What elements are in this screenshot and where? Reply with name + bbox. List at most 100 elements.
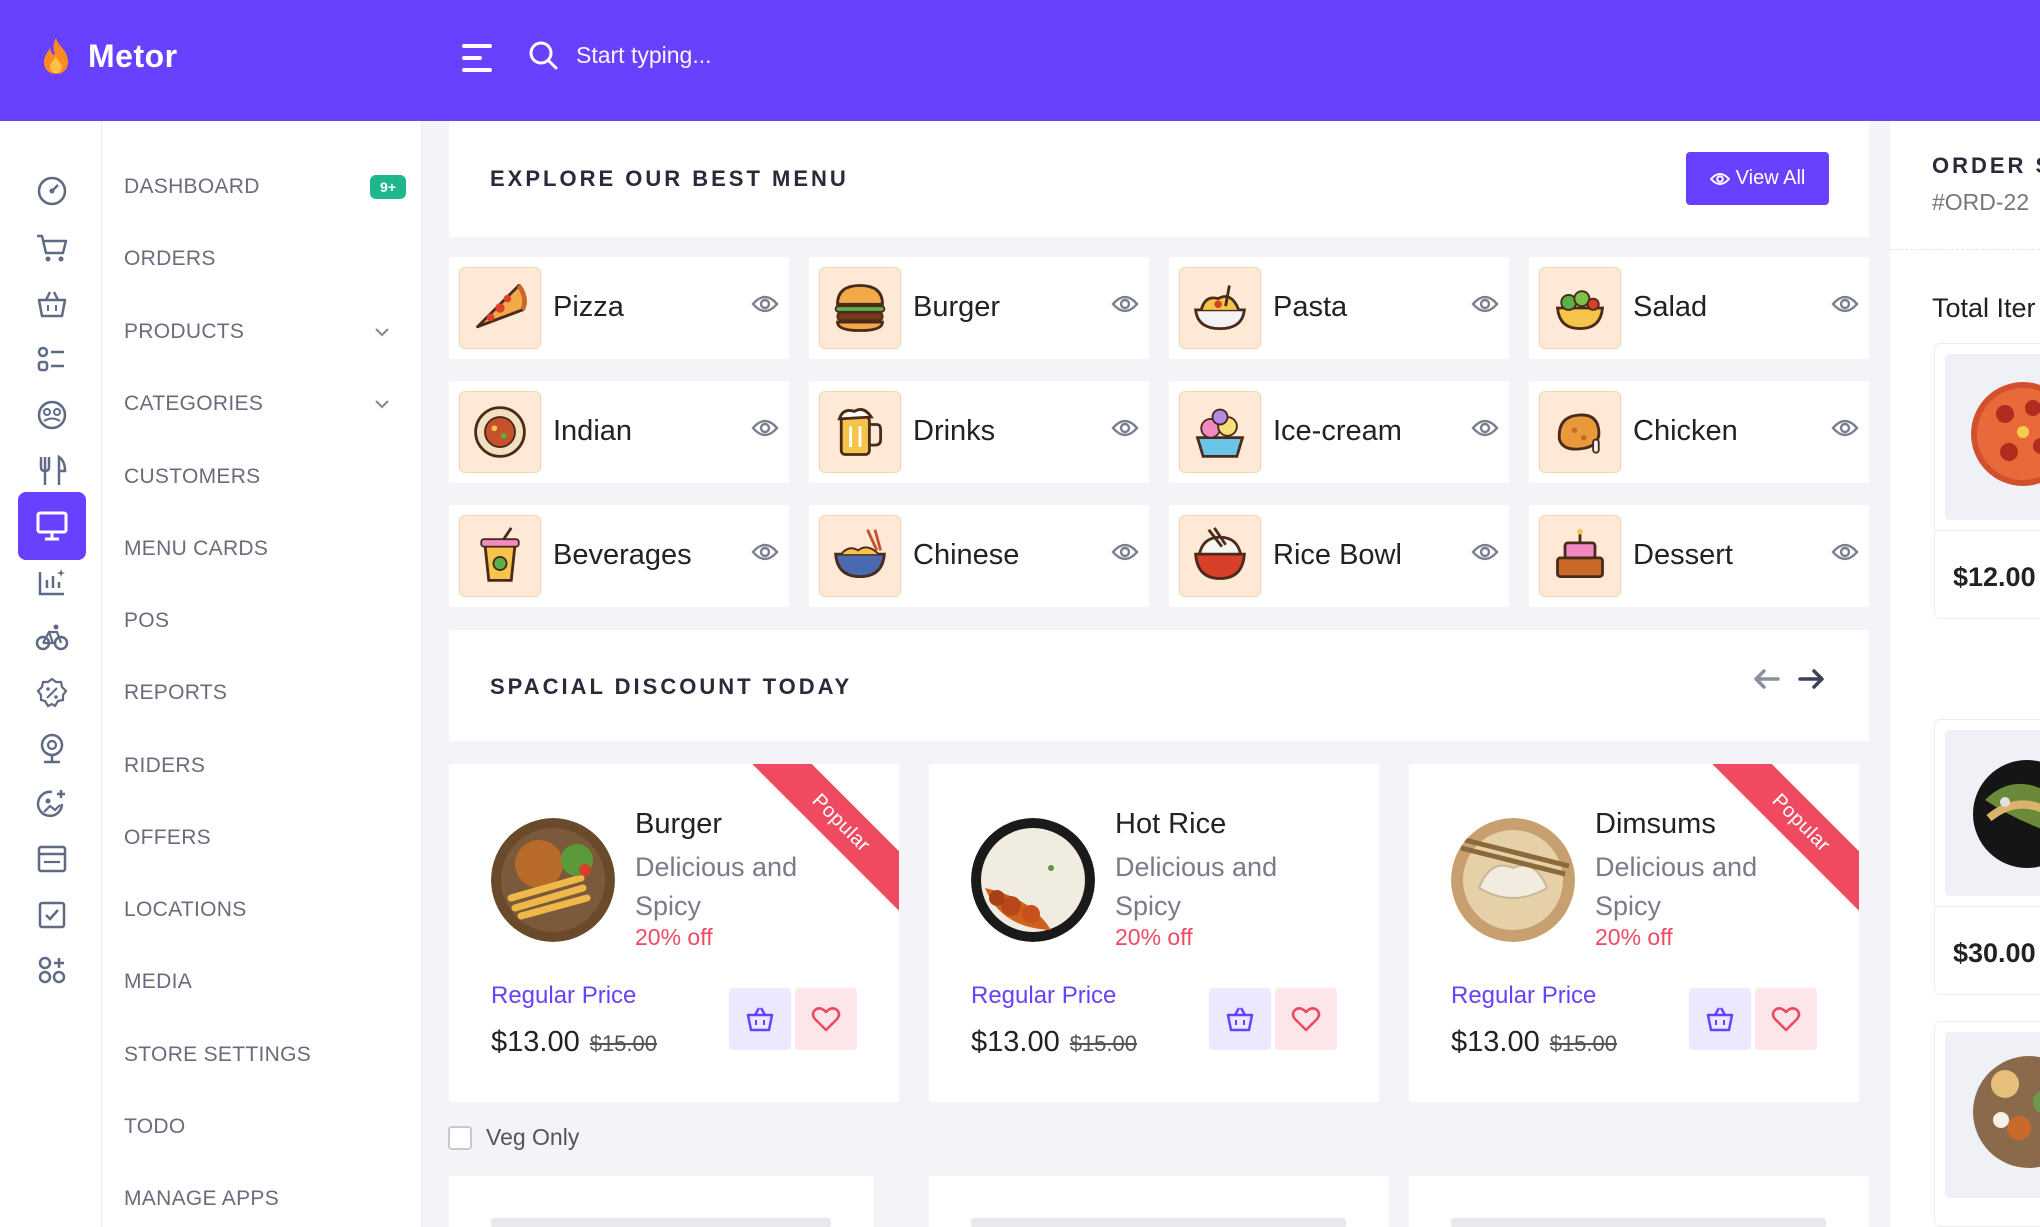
category-card[interactable]: Dessert (1529, 505, 1869, 607)
eye-icon[interactable] (1831, 417, 1859, 439)
burger-icon (819, 267, 901, 349)
sidebar-item-offers[interactable]: OFFERS (124, 818, 414, 858)
sidebar-item-store-settings[interactable]: STORE SETTINGS (124, 1035, 414, 1075)
veg-only-label: Veg Only (486, 1124, 580, 1150)
add-to-cart-button[interactable] (729, 988, 791, 1050)
sidebar-item-media[interactable]: MEDIA (124, 962, 414, 1002)
sidebar-item-label: DASHBOARD (124, 175, 260, 198)
old-price: $15.00 (1549, 1031, 1617, 1056)
category-card[interactable]: Ice-cream (1169, 381, 1509, 483)
sidebar-item-orders[interactable]: ORDERS (124, 239, 414, 279)
sidebar-item-label: MENU CARDS (124, 537, 269, 560)
category-card[interactable]: Drinks (809, 381, 1149, 483)
sidebar-item-pos[interactable]: POS (124, 601, 414, 641)
sidebar-item-riders[interactable]: RIDERS (124, 746, 414, 786)
brand[interactable]: Metor (40, 36, 178, 76)
sidebar-item-manage-apps[interactable]: MANAGE APPS (124, 1179, 414, 1219)
eye-icon[interactable] (751, 541, 779, 563)
chicken-icon (1539, 391, 1621, 473)
flame-logo-icon (44, 38, 68, 74)
deal-price: $13.00 $15.00 (1451, 1026, 1617, 1059)
search-bar (528, 40, 976, 70)
favorite-button[interactable] (795, 988, 857, 1050)
category-name: Pizza (553, 291, 624, 323)
arrow-left-icon[interactable] (1752, 668, 1780, 690)
eye-icon[interactable] (1471, 293, 1499, 315)
category-name: Ice-cream (1273, 415, 1402, 447)
order-item[interactable]: $12.00 (1934, 343, 2040, 619)
product-card[interactable] (449, 1176, 873, 1227)
deal-card[interactable]: Hot Rice Delicious and Spicy 20% off Regula… (929, 764, 1379, 1102)
category-card[interactable]: Chinese (809, 505, 1149, 607)
beverage-icon (459, 515, 541, 597)
sidebar-item-menu-cards[interactable]: MENU CARDS (124, 529, 414, 569)
deal-discount: 20% off (1595, 924, 1673, 950)
heart-icon (1771, 1007, 1801, 1032)
sidebar-item-products[interactable]: PRODUCTS (124, 312, 414, 352)
sidebar-item-todo[interactable]: TODO (124, 1107, 414, 1147)
regular-price-label: Regular Price (971, 982, 1117, 1009)
eye-icon[interactable] (1471, 417, 1499, 439)
category-card[interactable]: Indian (449, 381, 789, 483)
eye-icon[interactable] (751, 293, 779, 315)
category-card[interactable]: Rice Bowl (1169, 505, 1509, 607)
deal-discount: 20% off (1115, 924, 1193, 950)
deal-card[interactable]: Popular Dimsums Delicious and Spicy 20% off… (1409, 764, 1859, 1102)
eye-icon[interactable] (751, 417, 779, 439)
product-card[interactable] (929, 1176, 1389, 1227)
current-price: $13.00 (491, 1026, 580, 1058)
sidebar-item-label: RIDERS (124, 754, 206, 777)
product-card[interactable] (1409, 1176, 1869, 1227)
eye-icon[interactable] (1111, 293, 1139, 315)
sidebar-item-customers[interactable]: CUSTOMERS (124, 457, 414, 497)
sidebar-item-label: TODO (124, 1115, 186, 1138)
category-card[interactable]: Beverages (449, 505, 789, 607)
arrow-right-icon[interactable] (1798, 668, 1826, 690)
regular-price-label: Regular Price (491, 982, 637, 1009)
sidebar-item-locations[interactable]: LOCATIONS (124, 890, 414, 930)
menu-toggle-icon[interactable] (462, 44, 496, 72)
view-all-button[interactable]: View All (1686, 152, 1829, 205)
deal-description: Delicious and Spicy (1115, 852, 1278, 921)
category-name: Dessert (1633, 539, 1733, 571)
old-price: $15.00 (589, 1031, 657, 1056)
favorite-button[interactable] (1275, 988, 1337, 1050)
category-card[interactable]: Pasta (1169, 257, 1509, 359)
order-item[interactable] (1934, 1021, 2040, 1227)
veg-only-filter[interactable]: Veg Only (448, 1124, 579, 1151)
deal-card[interactable]: Popular Burger Delicious and Spicy 20% off R… (449, 764, 899, 1102)
add-to-cart-button[interactable] (1209, 988, 1271, 1050)
eye-icon[interactable] (1111, 417, 1139, 439)
veg-only-checkbox[interactable] (448, 1125, 472, 1150)
category-card[interactable]: Chicken (1529, 381, 1869, 483)
tacos-image (1945, 730, 2040, 896)
deal-description: Delicious and Spicy (1595, 852, 1758, 921)
sidebar-item-dashboard[interactable]: DASHBOARD 9+ (124, 167, 414, 207)
category-card[interactable]: Salad (1529, 257, 1869, 359)
eye-icon[interactable] (1831, 293, 1859, 315)
sidebar-item-label: ORDERS (124, 247, 216, 270)
order-item-price: $12.00 (1953, 562, 2036, 592)
search-input[interactable] (576, 41, 976, 69)
eye-icon[interactable] (1831, 541, 1859, 563)
category-card[interactable]: Burger (809, 257, 1149, 359)
rail-manage-apps-icon[interactable] (18, 936, 86, 1004)
sidebar-item-label: MEDIA (124, 970, 193, 993)
brand-name: Metor (88, 37, 178, 74)
deal-price: $13.00 $15.00 (971, 1026, 1137, 1059)
sidebar-item-categories[interactable]: CATEGORIES (124, 384, 414, 424)
sidebar-item-reports[interactable]: REPORTS (124, 673, 414, 713)
favorite-button[interactable] (1755, 988, 1817, 1050)
category-name: Chicken (1633, 415, 1738, 447)
indian-icon (459, 391, 541, 473)
total-items-label: Total Iter (1932, 293, 2036, 323)
eye-icon[interactable] (1471, 541, 1499, 563)
sidebar-item-label: STORE SETTINGS (124, 1043, 312, 1066)
add-to-cart-button[interactable] (1689, 988, 1751, 1050)
platter-image (1945, 1032, 2040, 1198)
category-card[interactable]: Pizza (449, 257, 789, 359)
deal-discount: 20% off (635, 924, 713, 950)
eye-icon[interactable] (1111, 541, 1139, 563)
order-item[interactable]: $30.00 (1934, 719, 2040, 995)
deal-price: $13.00 $15.00 (491, 1026, 657, 1059)
